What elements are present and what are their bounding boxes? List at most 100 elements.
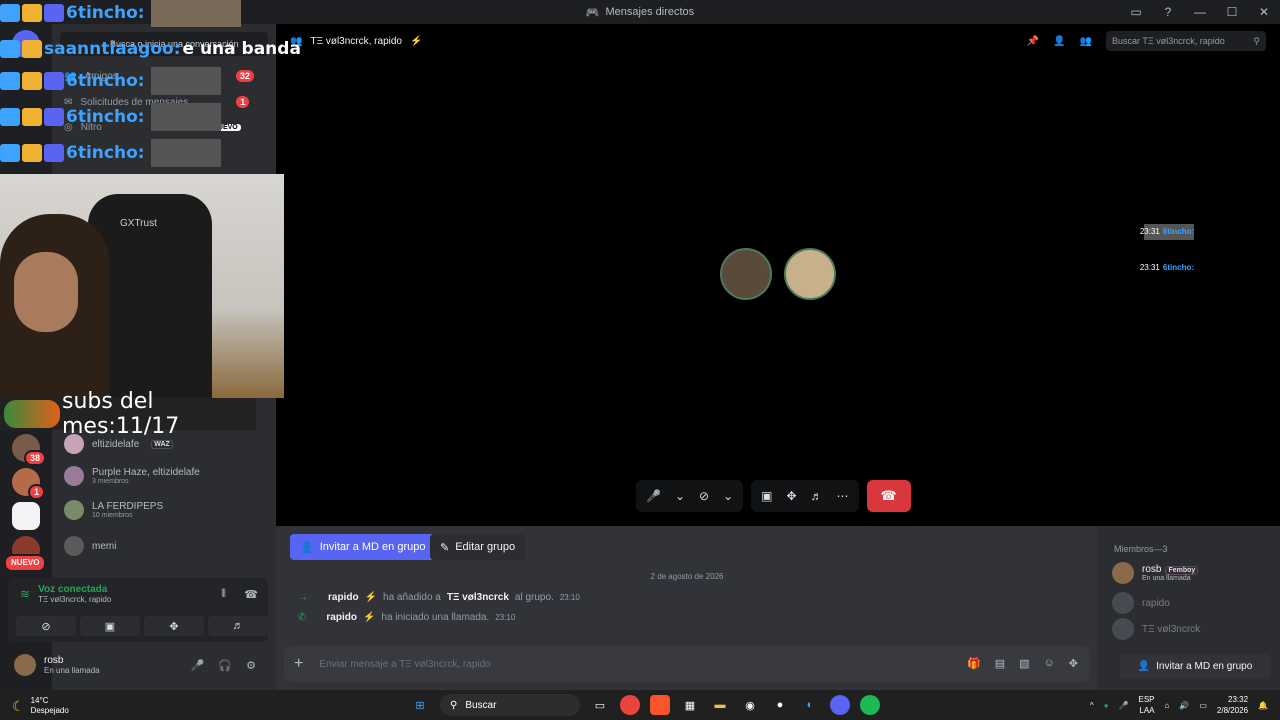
server-icon[interactable] xyxy=(12,502,40,530)
group-title: TΞ vøl3ncrck, rapido xyxy=(310,35,402,47)
sword-emote-icon xyxy=(0,108,20,126)
chrome-icon[interactable] xyxy=(620,695,640,715)
task-view-icon[interactable]: ▭ xyxy=(590,695,610,715)
avatar xyxy=(64,536,84,556)
crown-emote-icon xyxy=(22,144,42,162)
gif-icon[interactable]: ▤ xyxy=(995,657,1005,670)
date-divider: 2 de agosto de 2026 xyxy=(650,572,724,581)
system-message: → rapido ⚡ ha añadido a TΞ vøl3ncrck al … xyxy=(298,592,580,603)
activities-icon[interactable]: ✥ xyxy=(786,489,796,503)
screenshare-button[interactable]: ▣ xyxy=(80,616,140,636)
steam-icon[interactable]: ◉ xyxy=(740,695,760,715)
streamer-face xyxy=(14,252,78,332)
language-indicator[interactable]: ESP LAA xyxy=(1139,694,1155,716)
status-icon[interactable]: ● xyxy=(1104,701,1109,710)
sticker-icon[interactable]: ▧ xyxy=(1019,657,1029,670)
add-attachment-icon[interactable]: + xyxy=(294,655,303,673)
arrow-right-icon: → xyxy=(298,592,308,603)
clock[interactable]: 23:32 2/8/2026 xyxy=(1217,694,1248,716)
more-icon[interactable]: ⋯ xyxy=(837,489,849,503)
activities-button[interactable]: ✥ xyxy=(144,616,204,636)
brave-icon[interactable] xyxy=(650,695,670,715)
header-search-input[interactable]: Buscar TΞ vøl3ncrck, rapido ⚲ xyxy=(1106,31,1266,51)
close-button[interactable]: ✕ xyxy=(1254,2,1274,22)
battery-icon[interactable]: ▭ xyxy=(1199,701,1207,710)
overlay-chat-line: saanntiaagoo: e una banda xyxy=(0,36,301,62)
emoji-icon[interactable]: ☺ xyxy=(1044,657,1055,670)
sword-emote-icon xyxy=(0,72,20,90)
help-icon[interactable]: ? xyxy=(1158,2,1178,22)
store-icon[interactable]: ▦ xyxy=(680,695,700,715)
pepe-emote-icon xyxy=(4,400,60,428)
badge-emote-icon xyxy=(44,144,64,162)
pin-icon[interactable]: 📌 xyxy=(1027,36,1039,47)
camera-off-icon[interactable]: ⊘ xyxy=(699,489,709,503)
member-item[interactable]: rosb Femboy En una llamada xyxy=(1112,562,1199,584)
edit-group-button[interactable]: ✎ Editar grupo xyxy=(430,534,526,560)
gift-icon[interactable]: 🎁 xyxy=(967,657,981,670)
member-item[interactable]: TΞ vøl3ncrck xyxy=(1112,618,1200,640)
system-message: ✆ rapido ⚡ ha iniciado una llamada. 23:1… xyxy=(298,612,516,623)
message-placeholder: Enviar mensaje a TΞ vøl3ncrck, rapido xyxy=(319,658,491,670)
microphone-icon[interactable]: 🎤 xyxy=(646,489,661,503)
edge-icon[interactable]: ◐ xyxy=(800,695,820,715)
voice-channel[interactable]: TΞ vøl3ncrck, rapido xyxy=(38,595,111,604)
soundboard-icon[interactable]: ♬ xyxy=(811,489,823,503)
bolt-icon: ⚡ xyxy=(362,612,376,623)
sword-emote-icon xyxy=(0,4,20,22)
invite-group-button[interactable]: 👤 Invitar a MD en grupo xyxy=(1120,654,1270,678)
members-title: Miembros—3 xyxy=(1114,544,1168,554)
chevron-down-icon[interactable]: ⌄ xyxy=(723,489,733,503)
noise-icon[interactable]: ⦀ xyxy=(221,588,226,601)
mic-tray-icon[interactable]: 🎤 xyxy=(1119,701,1129,710)
chevron-down-icon[interactable]: ⌄ xyxy=(675,489,685,503)
badge-emote-icon xyxy=(44,4,64,22)
system-tray: ^ ● 🎤 ESP LAA ⌂ 🔊 ▭ 23:32 2/8/2026 🔔 xyxy=(1090,694,1268,716)
call-avatar[interactable] xyxy=(784,248,836,300)
gear-icon[interactable]: ⚙ xyxy=(246,659,256,672)
disconnect-icon[interactable]: ☎ xyxy=(244,588,258,601)
voice-panel: ≋ Voz conectada TΞ vøl3ncrck, rapido ⦀ ☎… xyxy=(8,578,268,642)
av-controls: 🎤 ⌄ ⊘ ⌄ xyxy=(636,480,744,512)
add-user-icon: 👤 xyxy=(300,541,314,554)
maximize-button[interactable]: ☐ xyxy=(1222,2,1242,22)
minimize-button[interactable]: — xyxy=(1190,2,1210,22)
moon-icon: ☾ xyxy=(12,698,25,714)
message-input[interactable]: + Enviar mensaje a TΞ vøl3ncrck, rapido … xyxy=(284,646,1090,682)
headphones-icon[interactable]: 🎧 xyxy=(218,659,232,672)
subs-banner: subs del mes:11/17 xyxy=(0,389,256,439)
inbox-icon[interactable]: ▭ xyxy=(1126,2,1146,22)
taskbar-search[interactable]: ⚲ Buscar xyxy=(440,694,580,716)
members-icon[interactable]: 👥 xyxy=(1080,36,1092,47)
spotify-icon[interactable] xyxy=(860,695,880,715)
weather-widget[interactable]: ☾ 14°C Despejado xyxy=(12,696,69,716)
dm-item[interactable]: memi xyxy=(64,536,264,556)
chevron-up-icon[interactable]: ^ xyxy=(1090,701,1094,710)
github-icon[interactable]: ● xyxy=(770,695,790,715)
new-badge: NUEVO xyxy=(4,554,47,572)
invite-group-button[interactable]: 👤 Invitar a MD en grupo xyxy=(290,534,436,560)
call-avatar[interactable] xyxy=(720,248,772,300)
dm-item[interactable]: Purple Haze, eltizidelafe 3 miembros xyxy=(64,466,264,486)
soundboard-button[interactable]: ♬ xyxy=(208,616,268,636)
screenshare-icon[interactable]: ▣ xyxy=(761,489,772,503)
camera-button[interactable]: ⊘ xyxy=(16,616,76,636)
windows-start-icon[interactable]: ⊞ xyxy=(410,695,430,715)
volume-icon[interactable]: 🔊 xyxy=(1179,701,1189,710)
dm-item[interactable]: LA FERDIPEPS 10 miembros xyxy=(64,500,264,520)
discord-logo-icon: 🎮 xyxy=(585,6,600,19)
member-item[interactable]: rapido xyxy=(1112,592,1170,614)
hangup-button[interactable]: ☎ xyxy=(866,480,911,512)
avatar xyxy=(64,466,84,486)
discord-icon[interactable] xyxy=(830,695,850,715)
mini-log-line: 23:31 6tincho: xyxy=(1139,227,1194,236)
apps-icon[interactable]: ✥ xyxy=(1069,657,1078,670)
avatar[interactable] xyxy=(14,654,36,676)
microphone-icon[interactable]: 🎤 xyxy=(191,659,205,672)
notification-bell-icon[interactable]: 🔔 xyxy=(1258,701,1268,710)
add-member-icon[interactable]: 👤 xyxy=(1053,36,1065,47)
thumbnail xyxy=(150,67,221,95)
network-icon[interactable]: ⌂ xyxy=(1165,701,1170,710)
avatar xyxy=(64,500,84,520)
folder-icon[interactable]: ▬ xyxy=(710,695,730,715)
